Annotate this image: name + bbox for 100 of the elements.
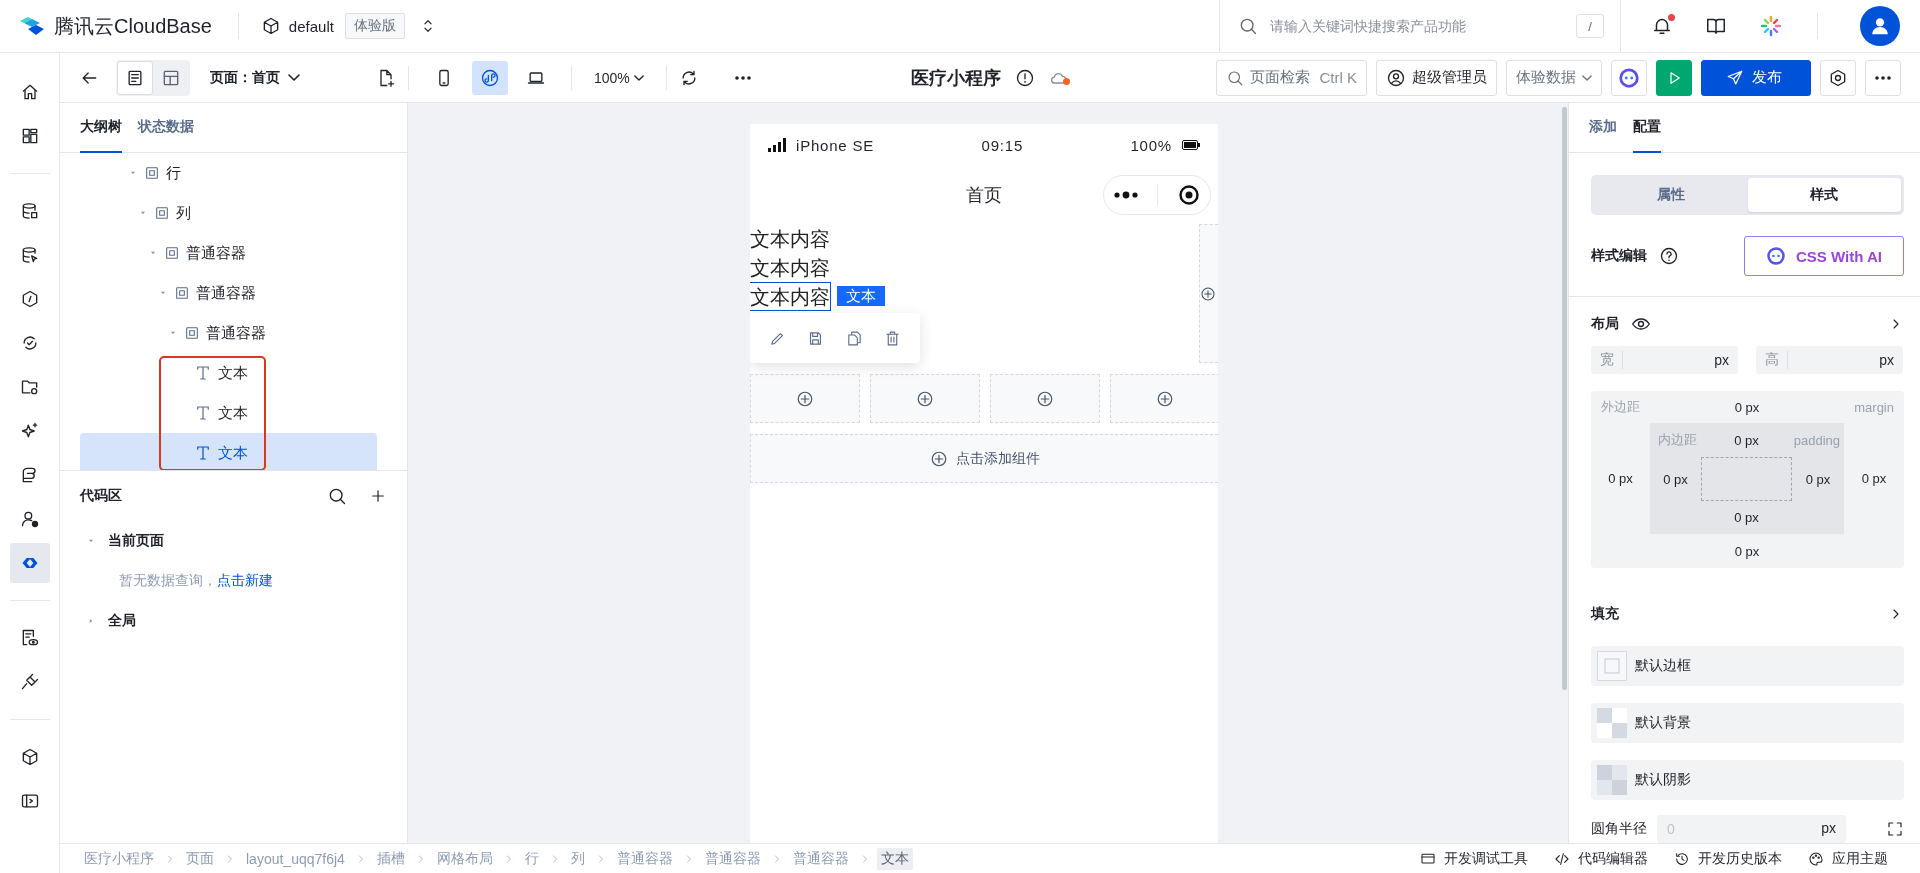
tree-item[interactable]: 行 xyxy=(80,153,377,193)
robot-face-icon xyxy=(1618,66,1640,89)
tool-button[interactable]: 代码编辑器 xyxy=(1554,849,1648,868)
zoom-selector[interactable]: 100% xyxy=(594,69,644,86)
data-source-dropdown[interactable]: 体验数据 xyxy=(1506,59,1602,96)
more-icon xyxy=(1875,75,1891,80)
settings-button[interactable] xyxy=(1820,59,1856,96)
segment-tab[interactable]: 样式 xyxy=(1747,178,1901,212)
segment-tab[interactable]: 属性 xyxy=(1594,178,1748,212)
plug-icon xyxy=(19,672,40,692)
height-field[interactable]: 高 px xyxy=(1756,346,1903,374)
alert-icon[interactable] xyxy=(1015,67,1035,88)
container-icon xyxy=(154,205,170,221)
app-title: 医疗小程序 xyxy=(911,66,1001,90)
avatar[interactable] xyxy=(1860,6,1900,46)
plus-circle-icon xyxy=(796,389,814,408)
box-label: margin xyxy=(1853,398,1895,417)
role-button[interactable]: 超级管理员 xyxy=(1376,59,1497,96)
logo-icon xyxy=(18,15,46,37)
more-button[interactable] xyxy=(1865,59,1901,96)
plus-circle-icon xyxy=(929,449,948,468)
create-link[interactable]: 点击新建 xyxy=(217,572,273,588)
device-name: iPhone SE xyxy=(796,136,875,154)
tree-item[interactable]: 文本 xyxy=(80,353,377,393)
search-icon[interactable] xyxy=(327,486,347,506)
spacing-value[interactable]: 0 px xyxy=(1792,457,1844,501)
tool-button[interactable]: 应用主题 xyxy=(1808,849,1888,868)
settings-icon xyxy=(1828,67,1848,88)
preview-button[interactable] xyxy=(1656,59,1692,96)
spacing-value[interactable]: 0 px xyxy=(1591,423,1650,534)
spacing-value[interactable]: 0 px xyxy=(1701,501,1792,534)
tree-item[interactable]: 普通容器 xyxy=(80,313,377,353)
tree-item[interactable]: 文本 xyxy=(80,433,377,470)
shortcut-key: / xyxy=(1576,14,1604,38)
tool-button[interactable]: 开发调试工具 xyxy=(1420,849,1528,868)
add-component-button[interactable]: 点击添加组件 xyxy=(750,434,1218,483)
container-icon xyxy=(184,325,200,341)
breadcrumb-item[interactable]: 文本 xyxy=(876,847,913,870)
component-tag: 文本 xyxy=(837,286,885,306)
text-icon xyxy=(194,444,212,462)
tree-item[interactable]: 文本 xyxy=(80,393,377,433)
publish-button[interactable]: 发布 xyxy=(1701,59,1811,96)
panel-tab[interactable]: 大纲树 xyxy=(80,103,122,153)
search-input[interactable]: 请输入关键词快捷搜索产品功能 xyxy=(1268,17,1566,35)
panel-tab[interactable]: 状态数据 xyxy=(138,103,194,153)
fill-option[interactable]: 默认背景 xyxy=(1591,703,1904,743)
colorful-logo-icon[interactable] xyxy=(1759,14,1783,38)
view-toggle[interactable] xyxy=(117,60,153,95)
tree-item[interactable]: 普通容器 xyxy=(80,233,377,273)
spacing-value[interactable]: 0 px xyxy=(1650,457,1701,501)
device-toggle[interactable] xyxy=(472,60,508,95)
chevron-down-icon xyxy=(633,74,644,81)
close-target-icon[interactable] xyxy=(1176,183,1201,207)
fill-option[interactable]: 默认边框 xyxy=(1591,646,1904,686)
tool-button[interactable]: 开发历史版本 xyxy=(1674,849,1782,868)
mini-program-icon xyxy=(480,67,500,88)
environment-name[interactable]: default xyxy=(288,17,334,35)
plus-icon[interactable] xyxy=(369,487,387,505)
container-icon xyxy=(164,245,180,261)
search-icon xyxy=(1238,16,1258,36)
page-selector[interactable]: 页面：首页 xyxy=(210,68,300,87)
panel-tab[interactable]: 配置 xyxy=(1633,103,1661,153)
environment-badge: 体验版 xyxy=(344,13,405,39)
copy-icon[interactable] xyxy=(845,329,863,347)
plus-circle-icon xyxy=(1036,389,1054,408)
spacing-value[interactable]: 0 px xyxy=(1844,423,1904,534)
nav-item[interactable] xyxy=(9,543,50,583)
shadow-swatch-icon xyxy=(1597,765,1627,795)
plus-circle-icon xyxy=(916,389,934,408)
user-silhouette-icon xyxy=(1869,15,1891,37)
corners-icon[interactable] xyxy=(1886,820,1904,838)
css-ai-button[interactable]: CSS With AI xyxy=(1744,236,1904,276)
width-field[interactable]: 宽 px xyxy=(1591,346,1738,374)
scrollbar[interactable] xyxy=(1562,107,1567,690)
container-icon xyxy=(174,285,190,301)
panel-tab[interactable]: 添加 xyxy=(1589,103,1617,153)
spacing-value[interactable]: 0 px xyxy=(1650,534,1844,568)
section-header[interactable]: 当前页面 xyxy=(80,521,387,561)
tree-item[interactable]: 普通容器 xyxy=(80,273,377,313)
text-block[interactable]: 文本内容 xyxy=(750,224,831,253)
fill-option[interactable]: 默认阴影 xyxy=(1591,760,1904,800)
ai-assistant-button[interactable] xyxy=(1611,59,1647,96)
section-title: 填充 xyxy=(1591,604,1619,623)
box-label: 外边距 xyxy=(1600,398,1641,416)
chevron-down-icon xyxy=(288,74,300,81)
section-header[interactable]: 全局 xyxy=(80,601,387,641)
trash-icon[interactable] xyxy=(884,329,902,347)
spacing-value[interactable]: 0 px xyxy=(1650,391,1844,423)
text-block[interactable]: 文本内容 xyxy=(750,282,831,311)
tree-item[interactable]: 列 xyxy=(80,193,377,233)
search-icon xyxy=(1225,68,1244,87)
box-label: 内边距 xyxy=(1657,431,1698,449)
spacing-value[interactable]: 0 px xyxy=(1701,423,1792,457)
page-search-button[interactable]: 页面检索 Ctrl K xyxy=(1215,59,1367,96)
more-icon[interactable] xyxy=(734,75,751,80)
text-block[interactable]: 文本内容 xyxy=(750,253,831,282)
help-icon[interactable] xyxy=(1659,246,1679,266)
container-icon xyxy=(144,165,160,181)
more-dots-icon[interactable] xyxy=(1113,190,1140,200)
checker-swatch-icon xyxy=(1597,708,1627,738)
